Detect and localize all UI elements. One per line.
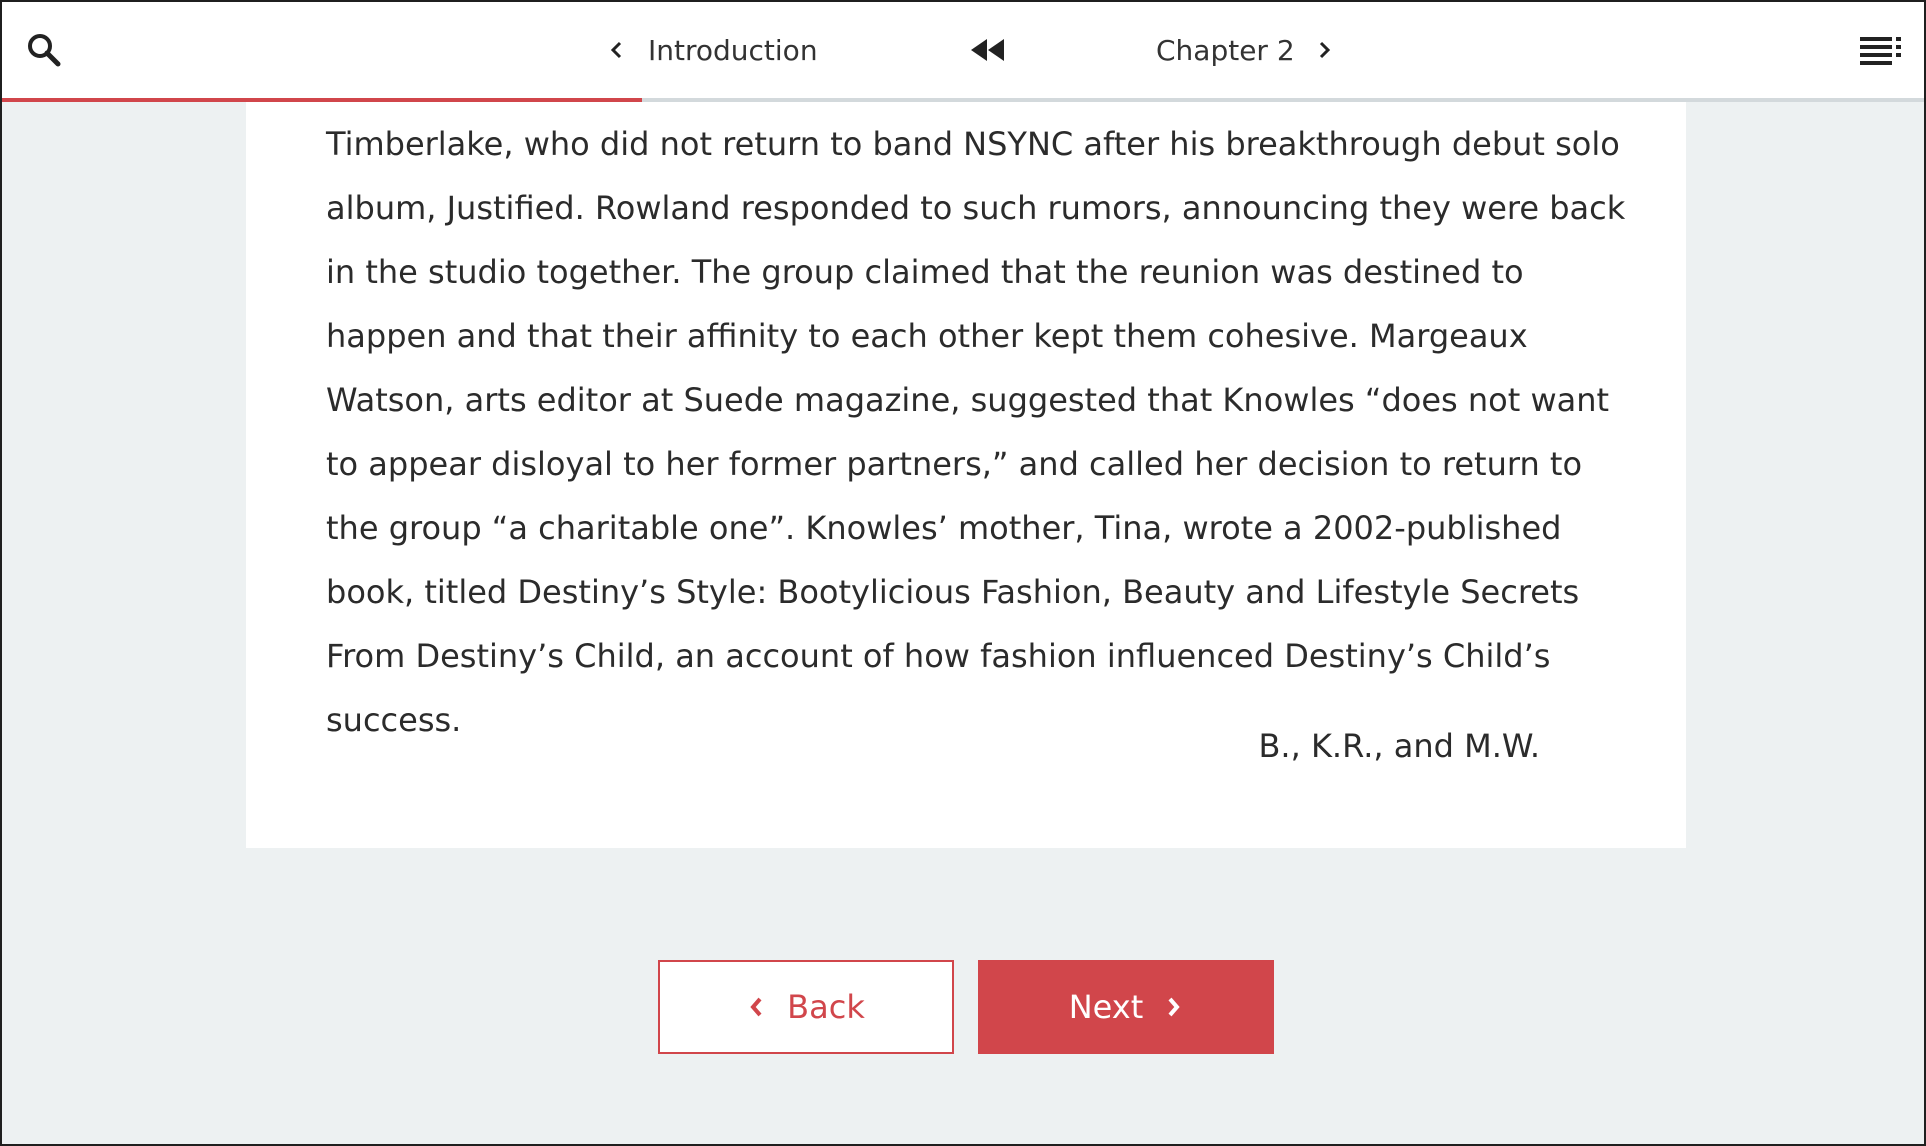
chapter-paragraph: Timberlake, who did not return to band N… [326,125,1626,739]
table-of-contents-button[interactable] [1858,32,1904,68]
next-chapter-label: Chapter 2 [1156,33,1295,67]
previous-chapter-link[interactable]: Introduction [608,28,818,72]
chevron-right-icon [1168,997,1180,1017]
next-button[interactable]: Next [978,960,1274,1054]
chevron-left-icon [610,41,622,59]
author-signature: B., K.R., and M.W. [1258,727,1540,765]
next-button-label: Next [1068,988,1144,1026]
chevron-right-icon [1319,41,1330,59]
chevron-left-icon [750,997,762,1017]
search-icon [28,34,61,67]
top-navigation-bar: Introduction Chapter 2 [2,2,1924,102]
rewind-icon [971,39,1004,61]
back-button[interactable]: Back [658,960,954,1054]
rewind-button[interactable] [968,34,1008,66]
search-button[interactable] [24,30,64,70]
next-chapter-link[interactable]: Chapter 2 [1156,28,1333,72]
table-of-contents-icon [1860,37,1901,65]
previous-chapter-label: Introduction [648,33,818,67]
back-button-label: Back [787,988,865,1026]
book-page: Timberlake, who did not return to band N… [246,102,1686,848]
